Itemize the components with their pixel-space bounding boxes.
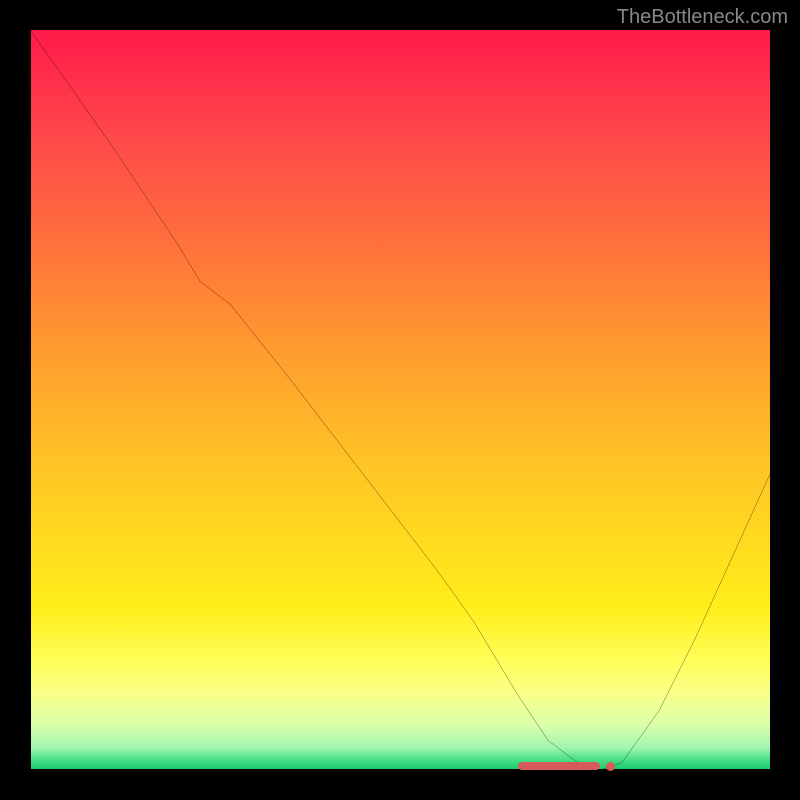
optimal-range-bar <box>518 762 599 770</box>
bottleneck-curve <box>30 30 770 770</box>
watermark-text: TheBottleneck.com <box>617 6 788 29</box>
chart-curve <box>30 30 770 770</box>
